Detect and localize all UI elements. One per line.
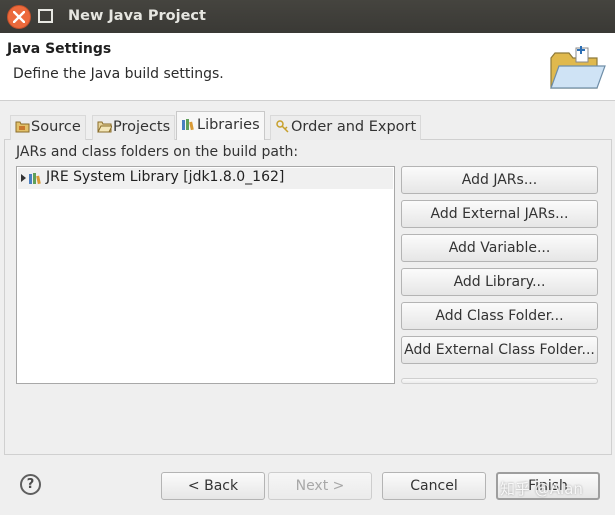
finish-button[interactable]: Finish — [496, 472, 600, 500]
back-button[interactable]: < Back — [161, 472, 265, 500]
add-external-class-folder-button[interactable]: Add External Class Folder... — [401, 336, 598, 364]
page-title: Java Settings — [7, 41, 112, 57]
order-export-icon — [276, 120, 289, 133]
expand-arrow-icon[interactable] — [21, 174, 26, 182]
new-project-folder-icon — [550, 46, 606, 89]
next-button[interactable]: Next > — [268, 472, 372, 500]
tab-label-libraries: Libraries — [197, 117, 260, 133]
tab-source[interactable]: Source — [10, 115, 86, 140]
tab-label-source: Source — [31, 119, 81, 135]
wizard-header: Java Settings Define the Java build sett… — [0, 33, 615, 101]
tab-label-projects: Projects — [113, 119, 171, 135]
add-external-jars-button[interactable]: Add External JARs... — [401, 200, 598, 228]
projects-folder-icon — [97, 121, 112, 133]
add-class-folder-button[interactable]: Add Class Folder... — [401, 302, 598, 330]
source-folder-icon — [15, 121, 30, 133]
close-icon — [13, 11, 25, 23]
window-title: New Java Project — [68, 8, 206, 24]
close-button[interactable] — [7, 5, 31, 29]
build-path-label: JARs and class folders on the build path… — [16, 144, 299, 160]
help-icon[interactable]: ? — [20, 474, 41, 495]
libraries-icon — [182, 119, 194, 131]
add-jars-button[interactable]: Add JARs... — [401, 166, 598, 194]
tab-libraries[interactable]: Libraries — [176, 111, 265, 140]
cancel-button[interactable]: Cancel — [382, 472, 486, 500]
tree-item[interactable]: JRE System Library [jdk1.8.0_162] — [18, 168, 393, 189]
tab-projects[interactable]: Projects — [92, 115, 176, 140]
maximize-icon[interactable] — [38, 9, 53, 23]
partially-hidden-button — [401, 378, 598, 384]
title-bar: New Java Project — [0, 0, 615, 33]
tab-label-order-and-export: Order and Export — [291, 119, 417, 135]
tree-item-label: JRE System Library [jdk1.8.0_162] — [46, 169, 285, 185]
library-icon — [29, 173, 41, 185]
page-description: Define the Java build settings. — [13, 66, 224, 82]
add-variable-button[interactable]: Add Variable... — [401, 234, 598, 262]
tab-order-and-export[interactable]: Order and Export — [270, 115, 422, 140]
add-library-button[interactable]: Add Library... — [401, 268, 598, 296]
build-path-tree[interactable]: JRE System Library [jdk1.8.0_162] — [16, 166, 395, 384]
